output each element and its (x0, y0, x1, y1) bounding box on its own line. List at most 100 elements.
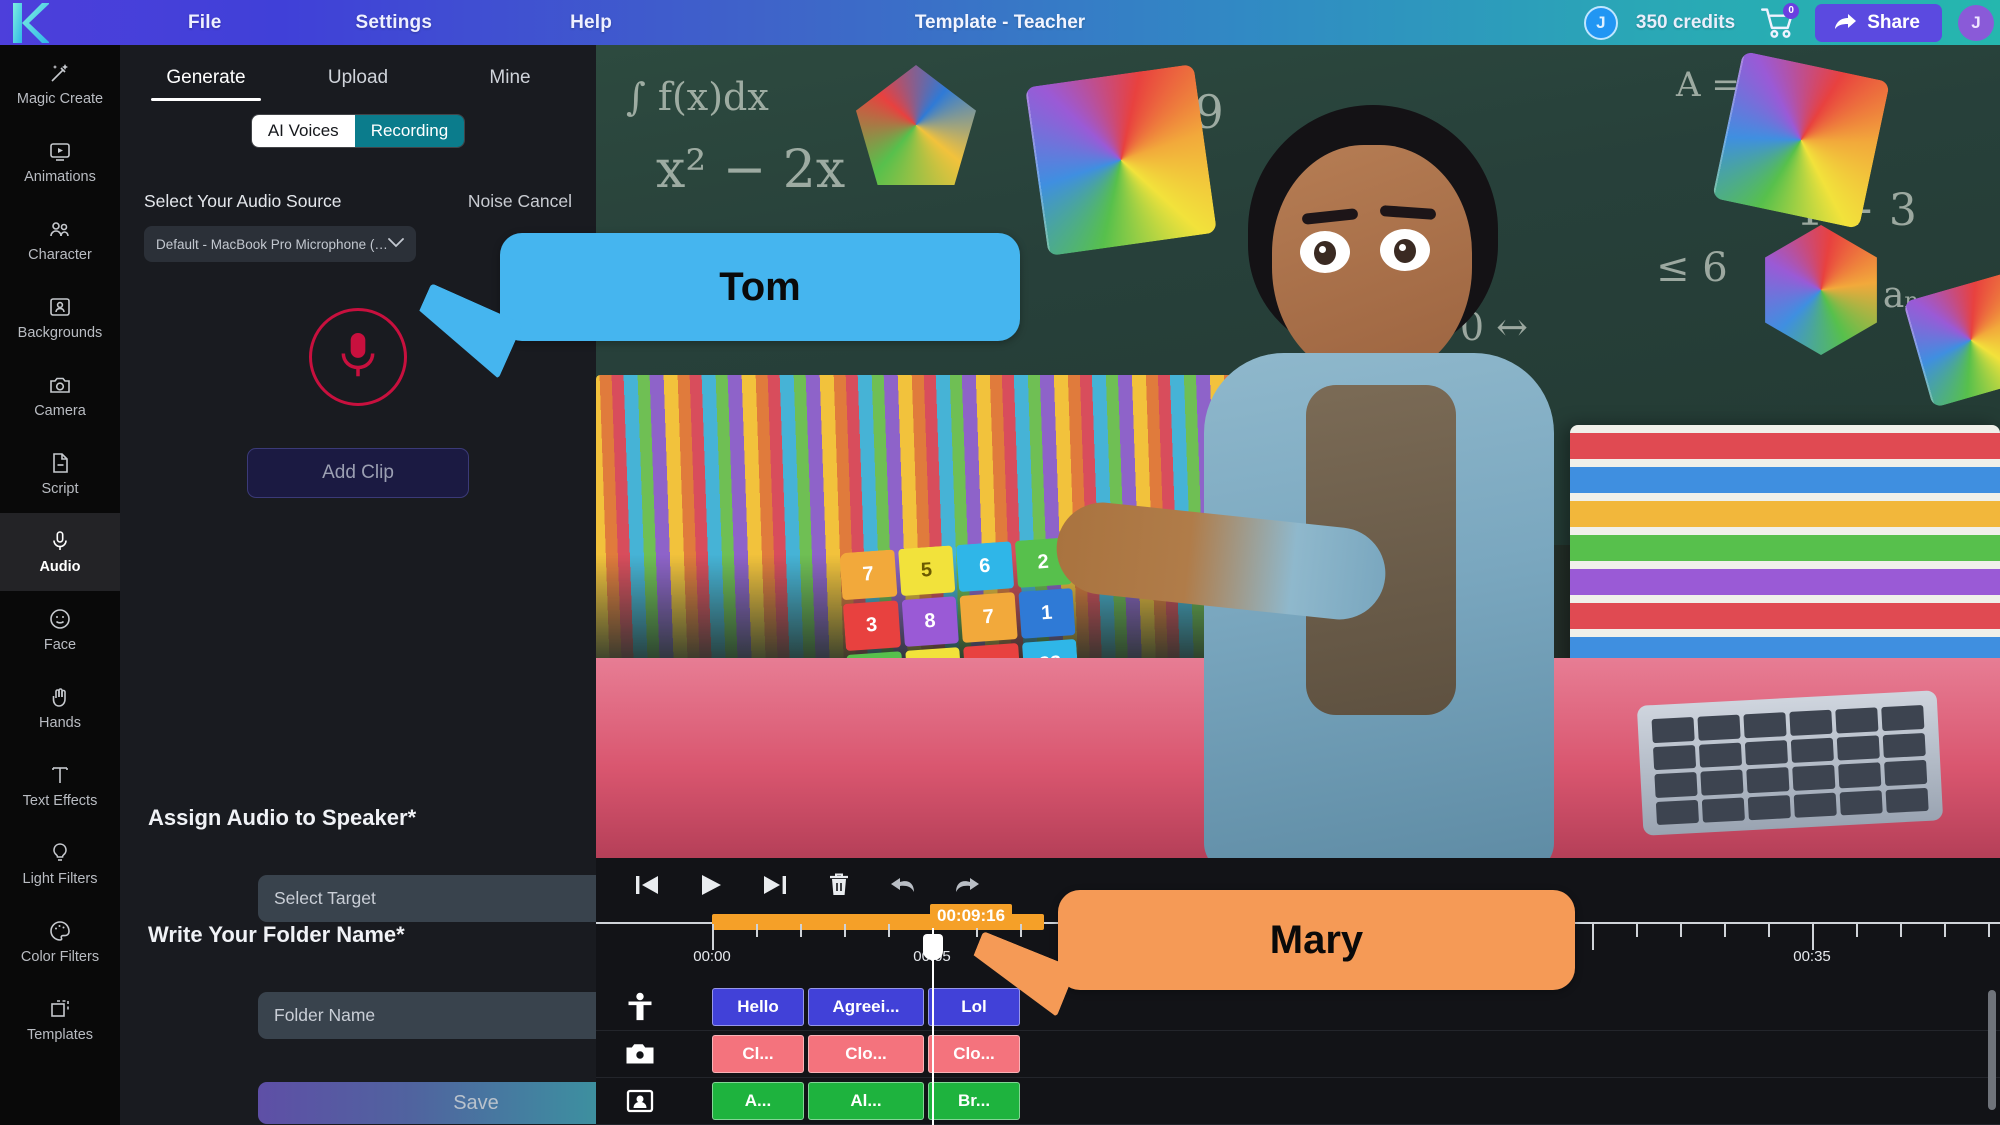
folder-name-input[interactable]: Folder Name (258, 992, 596, 1039)
tab-mine[interactable]: Mine (434, 67, 586, 101)
clip[interactable]: Agreei... (808, 988, 924, 1026)
sidebar-item-label: Face (43, 637, 77, 653)
credits-label: 350 credits (1635, 11, 1736, 33)
profile-avatar[interactable]: J (1958, 4, 1994, 41)
top-bar-right: J 350 credits 0 Share J (1583, 0, 2000, 45)
tab-generate[interactable]: Generate (130, 67, 282, 101)
audio-panel: Generate Upload Mine AI Voices Recording… (120, 45, 596, 1125)
sidebar-item-audio[interactable]: Audio (0, 513, 120, 591)
sidebar-item-label: Templates (26, 1027, 94, 1043)
camera-icon[interactable] (596, 1031, 684, 1078)
redo-button[interactable] (950, 868, 984, 902)
clip-row: Hello Agreei... Lol (684, 988, 2000, 1026)
sidebar-item-label: Script (41, 481, 79, 497)
segment-recording[interactable]: Recording (354, 115, 465, 147)
sidebar-item-label: Animations (24, 169, 96, 185)
clip[interactable]: Al... (808, 1082, 924, 1120)
magic-wand-icon (47, 61, 73, 85)
k-logo-icon[interactable] (0, 0, 58, 45)
preview-canvas[interactable]: ∫ f(x)dx x² − 2x A = πr² ≤ 6 1 + 3 Σ aₙ … (596, 45, 2000, 858)
save-button[interactable]: Save (258, 1082, 596, 1124)
play-button[interactable] (694, 868, 728, 902)
character-person-icon[interactable] (596, 984, 684, 1031)
add-clip-wrap: Add Clip (120, 448, 596, 498)
palette-icon (47, 919, 73, 943)
sidebar-item-label: Text Effects (22, 793, 98, 809)
share-arrow-icon (1835, 13, 1857, 29)
calculator-decor (1636, 690, 1944, 836)
playhead[interactable]: 00:09:16 (923, 904, 1013, 1125)
undo-button[interactable] (886, 868, 920, 902)
hand-icon (47, 685, 73, 709)
add-clip-button[interactable]: Add Clip (247, 448, 469, 498)
record-button[interactable] (309, 308, 407, 406)
timeline-scrollbar[interactable] (1988, 990, 1996, 1110)
video-play-icon (47, 139, 73, 163)
undo-arrow-icon (891, 878, 914, 892)
clip[interactable]: Br... (928, 1082, 1020, 1120)
callout-label: Mary (1058, 890, 1575, 990)
clip[interactable]: A... (712, 1082, 804, 1120)
clip[interactable]: Clo... (928, 1035, 1020, 1073)
sidebar-item-hands[interactable]: Hands (0, 669, 120, 747)
ruler-tick-label: 00:35 (1793, 948, 1831, 965)
audio-source-label: Select Your Audio Source (144, 191, 342, 211)
voice-mode-toggle: AI Voices Recording (120, 115, 596, 147)
folder-name-label: Write Your Folder Name* (148, 922, 405, 947)
tab-upload[interactable]: Upload (282, 67, 434, 101)
sidebar-item-character[interactable]: Character (0, 201, 120, 279)
audio-source-select[interactable]: Default - MacBook Pro Microphone (B ... (144, 226, 416, 262)
skip-start-icon (636, 876, 658, 894)
templates-icon (47, 997, 73, 1021)
skip-to-start-button[interactable] (630, 868, 664, 902)
playhead-handle[interactable] (923, 934, 943, 960)
skip-to-end-button[interactable] (758, 868, 792, 902)
assign-speaker-select[interactable]: Select Target (258, 875, 596, 922)
trash-icon (830, 873, 848, 895)
top-bar: File Settings Help Template - Teacher J … (0, 0, 2000, 45)
timeline-tracks: Hello Agreei... Lol Cl... Clo... Clo... (596, 984, 2000, 1125)
image-person-icon (47, 295, 73, 319)
sidebar-item-text-effects[interactable]: Text Effects (0, 747, 120, 825)
audio-source-row: Select Your Audio Source Noise Cancel (120, 191, 596, 212)
chevron-down-icon (388, 235, 404, 253)
menu-file[interactable]: File (178, 6, 232, 40)
microphone-icon (336, 330, 380, 385)
background-image-icon[interactable] (596, 1078, 684, 1125)
sidebar-item-magic-create[interactable]: Magic Create (0, 45, 120, 123)
menu-settings[interactable]: Settings (346, 6, 443, 40)
camera-icon (47, 373, 73, 397)
clip[interactable]: Cl... (712, 1035, 804, 1073)
skip-end-icon (764, 876, 786, 894)
segment-ai-voices[interactable]: AI Voices (251, 115, 355, 147)
app-root: File Settings Help Template - Teacher J … (0, 0, 2000, 1125)
sidebar-item-backgrounds[interactable]: Backgrounds (0, 279, 120, 357)
share-button[interactable]: Share (1815, 3, 1942, 42)
assign-speaker-label: Assign Audio to Speaker* (148, 805, 417, 830)
cart-icon[interactable]: 0 (1759, 2, 1800, 40)
sidebar-item-face[interactable]: Face (0, 591, 120, 669)
track-camera: Cl... Clo... Clo... (596, 1031, 2000, 1078)
menu-bar: File Settings Help (58, 6, 622, 40)
sidebar-item-color-filters[interactable]: Color Filters (0, 903, 120, 981)
clip-row: A... Al... Br... (684, 1082, 2000, 1120)
callout-mary: Mary (963, 890, 1575, 1017)
smiley-face-icon (47, 607, 73, 631)
clip[interactable]: Hello (712, 988, 804, 1026)
sidebar-item-animations[interactable]: Animations (0, 123, 120, 201)
sidebar-item-camera[interactable]: Camera (0, 357, 120, 435)
sidebar-item-templates[interactable]: Templates (0, 981, 120, 1059)
sidebar-item-label: Backgrounds (17, 325, 103, 341)
clip[interactable]: Clo... (808, 1035, 924, 1073)
sidebar-item-light-filters[interactable]: Light Filters (0, 825, 120, 903)
ruler-tick-label: 00:00 (693, 948, 731, 965)
playhead-time: 00:09:16 (930, 904, 1013, 928)
sidebar-item-script[interactable]: Script (0, 435, 120, 513)
teacher-character[interactable] (1036, 85, 1676, 858)
people-icon (47, 217, 73, 241)
text-t-icon (47, 763, 73, 787)
menu-help[interactable]: Help (560, 6, 622, 40)
user-avatar[interactable]: J (1583, 5, 1618, 40)
folder-name-placeholder: Folder Name (274, 1005, 376, 1025)
delete-button[interactable] (822, 868, 856, 902)
